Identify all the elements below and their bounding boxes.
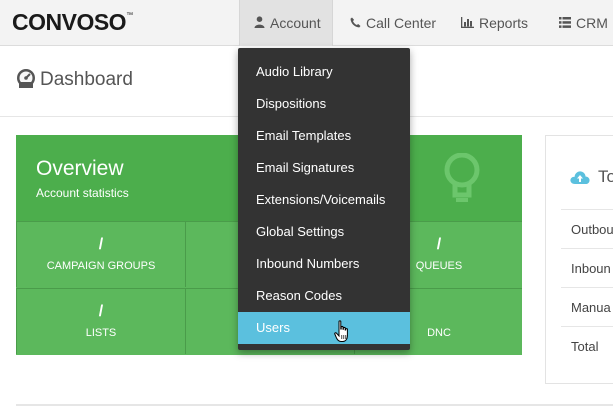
dashboard-gauge-icon: [16, 68, 36, 88]
totals-row-total: Total: [561, 326, 613, 365]
logo-text: CONVOSO: [12, 9, 127, 35]
list-icon: [559, 1, 571, 47]
overview-subtitle: Account statistics: [36, 186, 129, 200]
menu-item-email-templates[interactable]: Email Templates: [238, 120, 410, 152]
totals-row-manual: Manua: [561, 287, 613, 326]
cloud-upload-icon: [570, 170, 590, 189]
totals-row-outbound: Outbou: [561, 209, 613, 248]
menu-item-inbound-numbers[interactable]: Inbound Numbers: [238, 248, 410, 280]
menu-item-global-settings[interactable]: Global Settings: [238, 216, 410, 248]
nav-account-label: Account: [270, 15, 321, 31]
totals-row-inbound: Inboun: [561, 248, 613, 287]
stat-value: /: [98, 303, 104, 320]
menu-item-email-signatures[interactable]: Email Signatures: [238, 152, 410, 184]
totals-title: To: [598, 167, 613, 186]
stat-value: /: [98, 236, 104, 253]
nav-call-center[interactable]: Call Center: [336, 0, 450, 46]
nav-reports-label: Reports: [479, 15, 529, 31]
stat-label: LISTS: [85, 327, 117, 339]
nav-crm[interactable]: CRM: [545, 0, 613, 46]
menu-item-audio-library[interactable]: Audio Library: [238, 56, 410, 88]
menu-item-reason-codes[interactable]: Reason Codes: [238, 280, 410, 312]
hand-pointer-cursor-icon: [334, 320, 352, 349]
account-dropdown-menu: Audio Library Dispositions Email Templat…: [238, 48, 410, 350]
nav-reports[interactable]: Reports: [447, 0, 542, 46]
menu-item-extensions-voicemails[interactable]: Extensions/Voicemails: [238, 184, 410, 216]
phone-icon: [350, 1, 361, 47]
bar-chart-icon: [461, 1, 474, 47]
stat-lists[interactable]: / LISTS: [16, 288, 185, 354]
stat-label: CAMPAIGN GROUPS: [46, 260, 156, 272]
lightbulb-icon: [444, 152, 480, 214]
overview-title: Overview: [36, 157, 124, 180]
convoso-logo[interactable]: CONVOSO™: [12, 9, 133, 36]
user-icon: [254, 1, 265, 47]
nav-account[interactable]: Account: [239, 0, 333, 46]
nav-call-center-label: Call Center: [366, 15, 437, 31]
menu-item-users[interactable]: Users: [238, 312, 410, 344]
totals-card: To Outbou Inboun Manua Total: [545, 135, 613, 384]
stat-campaign-groups[interactable]: / CAMPAIGN GROUPS: [16, 221, 185, 287]
page-title-text: Dashboard: [40, 69, 133, 90]
divider: [16, 404, 613, 406]
menu-item-dispositions[interactable]: Dispositions: [238, 88, 410, 120]
nav-crm-label: CRM: [576, 15, 608, 31]
page-title: Dashboard: [16, 68, 133, 91]
top-navbar: CONVOSO™ Account Call Center Reports CRM: [0, 0, 613, 46]
